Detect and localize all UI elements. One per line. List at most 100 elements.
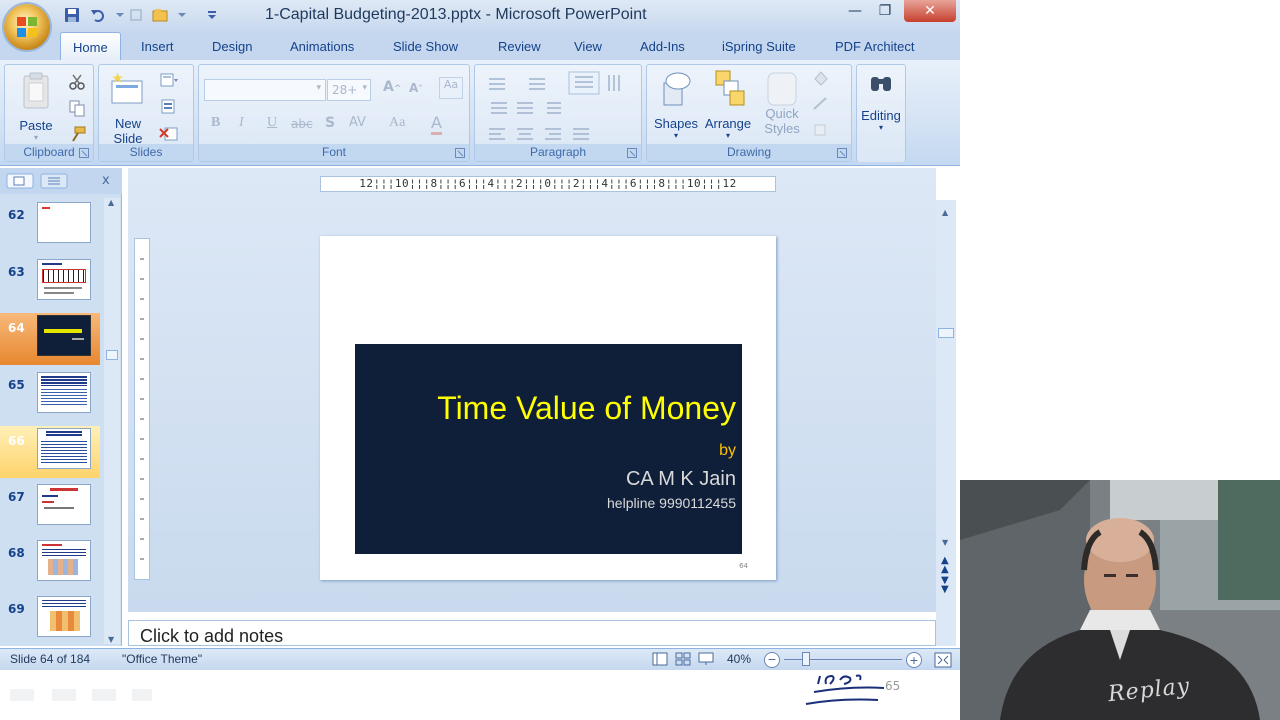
editing-group: Editing ▾ (856, 64, 906, 162)
layout-icon[interactable] (159, 71, 179, 89)
theme-name[interactable]: "Office Theme" (122, 652, 202, 666)
zoom-out-button[interactable]: − (764, 652, 780, 668)
title-box[interactable]: Time Value of Money by CA M K Jain helpl… (355, 344, 742, 554)
arrange-button[interactable]: Arrange ▾ (701, 69, 755, 140)
thumbnail-image (37, 372, 91, 413)
thumbnail-scrollbar[interactable]: ▲ ▼ (104, 198, 120, 644)
open-icon[interactable] (152, 7, 168, 23)
slide-show-icon[interactable] (698, 652, 714, 666)
thumbnail-image (37, 259, 91, 300)
bold-button[interactable]: B (211, 115, 220, 131)
slide-thumbnail-65[interactable]: 65 (0, 370, 100, 422)
slide-number: 66 (8, 434, 25, 448)
next-slide-button[interactable]: ▼ ▼ (941, 576, 949, 595)
slide-number: 63 (8, 265, 25, 279)
strikethrough-button[interactable]: abc (291, 117, 313, 131)
format-painter-icon[interactable] (67, 125, 87, 143)
delete-slide-icon[interactable] (159, 125, 179, 143)
drawing-group: Shapes ▾ Arrange ▾ Quick Styles Drawing (646, 64, 852, 162)
notes-pane[interactable]: Click to add notes (128, 620, 936, 646)
slide-thumbnail-64[interactable]: 64 (0, 313, 100, 365)
font-size-select[interactable]: 28+ ▾ (327, 79, 371, 101)
font-launcher-icon[interactable] (455, 148, 465, 158)
character-spacing-button[interactable]: AV (349, 115, 366, 130)
slide-scroll-thumb[interactable] (938, 328, 954, 338)
paste-button[interactable]: Paste ▾ (11, 71, 61, 142)
grow-font-icon[interactable]: A^ (383, 79, 401, 95)
scroll-thumb[interactable] (106, 350, 118, 360)
save-icon[interactable] (64, 7, 80, 23)
font-color-button[interactable]: A (431, 113, 442, 135)
slide-thumbnail-66[interactable]: 66 (0, 426, 100, 478)
copy-icon[interactable] (67, 99, 87, 117)
slide-number: 69 (8, 602, 25, 616)
undo-icon[interactable] (90, 7, 106, 23)
tab-pdf-architect[interactable]: PDF Architect (835, 39, 914, 54)
tab-slide-show[interactable]: Slide Show (393, 39, 458, 54)
close-button[interactable]: ✕ (904, 0, 956, 22)
editing-label: Editing (861, 108, 901, 123)
window-title: 1-Capital Budgeting-2013.pptx - Microsof… (265, 6, 647, 23)
office-button[interactable] (4, 4, 50, 50)
slide-number: 62 (8, 208, 25, 222)
qat-more-icon[interactable] (174, 7, 190, 23)
slides-tab-icon[interactable] (6, 173, 34, 189)
tab-home[interactable]: Home (60, 32, 121, 60)
tab-animations[interactable]: Animations (290, 39, 354, 54)
cut-icon[interactable] (67, 73, 87, 91)
paragraph-tools-icon[interactable] (481, 71, 637, 147)
slide-sorter-icon[interactable] (675, 652, 691, 666)
normal-view-icon[interactable] (652, 652, 668, 666)
customize-qat-icon[interactable] (204, 7, 220, 23)
tab-review[interactable]: Review (498, 39, 541, 54)
clipboard-launcher-icon[interactable] (79, 148, 89, 158)
slide-page-number: 64 (739, 562, 748, 570)
underline-button[interactable]: U (267, 115, 277, 131)
editing-button[interactable]: Editing ▾ (857, 71, 905, 132)
shrink-font-icon[interactable]: Aˇ (409, 81, 423, 95)
thumbnail-image (37, 202, 91, 243)
shape-fill-icon[interactable] (811, 69, 831, 87)
change-case-button[interactable]: Aa (389, 115, 405, 131)
tab-add-ins[interactable]: Add-Ins (640, 39, 685, 54)
tab-insert[interactable]: Insert (141, 39, 174, 54)
undo-dropdown-icon[interactable] (112, 7, 128, 23)
slide-helpline: helpline 9990112455 (607, 495, 736, 511)
arrange-label: Arrange (704, 116, 752, 131)
slide-thumbnail-69[interactable]: 69 (0, 594, 100, 646)
drawing-launcher-icon[interactable] (837, 148, 847, 158)
tab-ispring-suite[interactable]: iSpring Suite (722, 39, 796, 54)
slide-thumbnail-68[interactable]: 68 (0, 538, 100, 590)
font-family-select[interactable]: ▾ (204, 79, 326, 101)
paragraph-launcher-icon[interactable] (627, 148, 637, 158)
font-label: Font (199, 144, 469, 161)
tab-design[interactable]: Design (212, 39, 252, 54)
quick-styles-button[interactable]: Quick Styles (757, 69, 807, 136)
tab-view[interactable]: View (574, 39, 602, 54)
clear-formatting-icon[interactable]: Aa (439, 77, 463, 99)
slides-label: Slides (99, 144, 193, 161)
previous-slide-button[interactable]: ▲ ▲ (941, 556, 949, 575)
close-pane-button[interactable]: x (102, 173, 110, 188)
new-slide-button[interactable]: New Slide (103, 71, 153, 146)
restore-button[interactable]: ❐ (870, 0, 900, 22)
shape-outline-icon[interactable] (811, 95, 831, 113)
slide-thumbnail-63[interactable]: 63 (0, 257, 100, 309)
zoom-level[interactable]: 40% (727, 652, 751, 666)
shadow-button[interactable]: S (325, 115, 335, 131)
annotation-number: 65 (885, 679, 901, 693)
minimize-button[interactable]: — (840, 0, 870, 22)
slide-thumbnail-62[interactable]: 62 (0, 200, 100, 252)
slide-thumbnail-67[interactable]: 67 (0, 482, 100, 534)
italic-button[interactable]: I (239, 115, 244, 131)
outline-tab-icon[interactable] (40, 173, 68, 189)
font-group: ▾ 28+ ▾ A^ Aˇ Aa B I U abc S AV Aa A Font (198, 64, 470, 162)
slide-scrollbar[interactable]: ▲ ▼ ▲ ▲ ▼ ▼ (936, 200, 956, 646)
redo-icon[interactable] (128, 7, 144, 23)
notes-placeholder: Click to add notes (140, 626, 284, 646)
current-slide[interactable]: Time Value of Money by CA M K Jain helpl… (320, 236, 776, 580)
fit-to-window-icon[interactable] (934, 652, 952, 668)
shape-effects-icon[interactable] (811, 121, 831, 139)
reset-icon[interactable] (159, 98, 179, 116)
shapes-button[interactable]: Shapes ▾ (651, 69, 701, 140)
